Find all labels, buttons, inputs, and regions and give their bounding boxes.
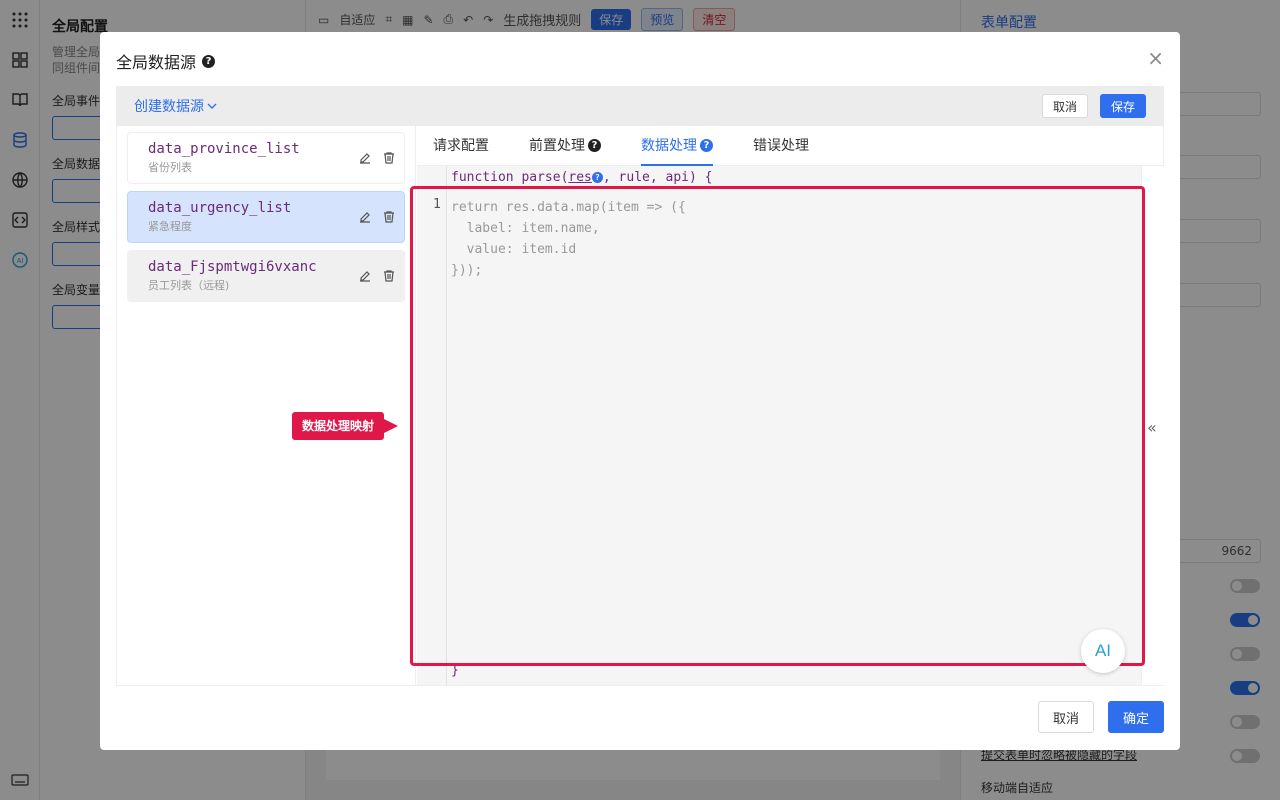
datasource-item-province[interactable]: data_province_list 省份列表 (127, 132, 405, 184)
datasource-item-employee[interactable]: data_Fjspmtwgi6vxanc 员工列表（远程) (127, 250, 405, 302)
delete-icon[interactable] (382, 151, 396, 165)
collapse-icon[interactable]: « (1147, 418, 1157, 437)
datasource-list: data_province_list 省份列表 data_urgency_lis… (117, 126, 416, 685)
header-save-button[interactable]: 保存 (1099, 94, 1146, 118)
tab-error-handling[interactable]: 错误处理 (753, 126, 809, 165)
help-icon[interactable]: ? (700, 139, 713, 152)
tab-label: 请求配置 (433, 137, 489, 154)
datasource-name: data_Fjspmtwgi6vxanc (148, 259, 317, 275)
modal-title: 全局数据源 ? (116, 49, 216, 73)
tab-data-process[interactable]: 数据处理? (641, 126, 713, 166)
global-datasource-modal: 全局数据源 ? × 创建数据源 取消 保存 data_province_list… (100, 32, 1180, 750)
code-editor[interactable]: function parse(res?, rule, api) { 1 retu… (417, 166, 1141, 685)
close-icon[interactable]: × (1147, 46, 1164, 70)
modal-footer: 取消 确定 (1037, 701, 1164, 733)
tab-label: 数据处理 (641, 137, 697, 154)
footer-confirm-button[interactable]: 确定 (1107, 701, 1164, 733)
tab-label: 错误处理 (753, 137, 809, 154)
line-number: 1 (433, 197, 441, 212)
tab-pre-process[interactable]: 前置处理? (529, 126, 601, 165)
function-signature: function parse(res?, rule, api) { (451, 170, 712, 185)
config-tabs: 请求配置 前置处理? 数据处理? 错误处理 (417, 126, 1164, 166)
ai-assistant-button[interactable]: AI (1081, 629, 1125, 673)
help-icon[interactable]: ? (202, 54, 216, 68)
delete-icon[interactable] (382, 269, 396, 283)
datasource-name: data_province_list (148, 141, 300, 157)
tab-request-config[interactable]: 请求配置 (433, 126, 489, 165)
tab-label: 前置处理 (529, 137, 585, 154)
signature-start: function parse( (451, 170, 569, 185)
datasource-header: 创建数据源 取消 保存 (116, 86, 1164, 126)
footer-cancel-button[interactable]: 取消 (1037, 701, 1094, 733)
line-gutter (417, 166, 447, 685)
param-res[interactable]: res (568, 170, 591, 185)
delete-icon[interactable] (382, 210, 396, 224)
datasource-body: data_province_list 省份列表 data_urgency_lis… (116, 126, 1164, 686)
param-help-icon[interactable]: ? (591, 172, 603, 183)
datasource-name: data_urgency_list (148, 200, 292, 216)
header-cancel-button[interactable]: 取消 (1041, 94, 1088, 118)
datasource-item-urgency[interactable]: data_urgency_list 紧急程度 (127, 191, 405, 243)
help-icon[interactable]: ? (588, 139, 601, 152)
edit-icon[interactable] (358, 151, 372, 165)
edit-icon[interactable] (358, 269, 372, 283)
datasource-desc: 员工列表（远程) (148, 279, 230, 292)
edit-icon[interactable] (358, 210, 372, 224)
annotation-callout: 数据处理映射 (292, 412, 399, 440)
signature-end: , rule, api) { (602, 170, 713, 185)
create-datasource-label: 创建数据源 (134, 99, 204, 115)
function-close-brace: } (451, 663, 459, 678)
modal-title-text: 全局数据源 (116, 53, 197, 72)
datasource-desc: 省份列表 (148, 161, 192, 174)
create-datasource-dropdown[interactable]: 创建数据源 (134, 96, 218, 116)
datasource-desc: 紧急程度 (148, 220, 192, 233)
chevron-down-icon (207, 103, 217, 109)
code-content[interactable]: return res.data.map(item => ({ label: it… (451, 197, 686, 281)
